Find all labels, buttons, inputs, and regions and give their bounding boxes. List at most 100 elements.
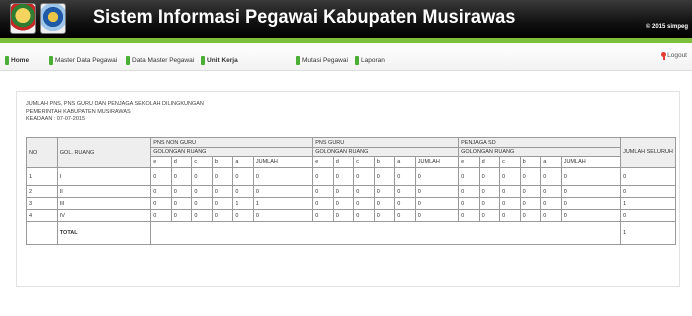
table-cell: 0 <box>458 185 480 198</box>
total-row: TOTAL 1 <box>26 221 676 245</box>
header-row: NO GOL. RUANG PNS NON GURU PNS GURU PENJ… <box>26 137 676 168</box>
table-cell: 0 <box>394 197 416 210</box>
table-cell: 0 <box>191 185 213 198</box>
copyright-text: © 2015 simpeg <box>645 24 688 30</box>
table-cell: 0 <box>232 167 254 186</box>
report-panel: JUMLAH PNS, PNS GURU DAN PENJAGA SEKOLAH… <box>16 91 680 287</box>
table-cell: 0 <box>499 185 521 198</box>
nav-icon <box>296 56 300 65</box>
table-cell: 0 <box>560 197 622 210</box>
table-cell: 0 <box>394 167 416 186</box>
column-header-gol-ruang: GOL. RUANG <box>56 137 152 168</box>
table-cell: 0 <box>150 185 172 198</box>
table-cell: 0 <box>499 197 521 210</box>
table-cell: 0 <box>191 197 213 210</box>
row-total: 0 <box>620 167 676 186</box>
table-cell: 0 <box>170 167 193 186</box>
group-header: PENJAGA SD <box>458 137 622 148</box>
table-cell: 0 <box>373 209 396 222</box>
table-cell: 0 <box>211 209 234 222</box>
total-row-spacer <box>150 221 622 245</box>
nav-item-unit-kerja[interactable]: Unit Kerja <box>201 53 238 65</box>
nav-icon <box>5 56 9 65</box>
table-row: 3 III 0 0 0 0 1 1 0 0 0 0 0 0 0 0 0 0 0 0 1 <box>26 197 676 210</box>
total-label: TOTAL <box>56 221 152 245</box>
table-cell: 0 <box>540 209 562 222</box>
table-cell: 0 <box>519 209 542 222</box>
table-cell: 0 <box>211 197 234 210</box>
column-header: c <box>353 156 375 168</box>
report-info: JUMLAH PNS, PNS GURU DAN PENJAGA SEKOLAH… <box>26 101 204 124</box>
regency-logo <box>10 3 36 34</box>
table-cell: 0 <box>332 197 355 210</box>
nav-item-home[interactable]: Home <box>5 53 29 65</box>
column-header: JUMLAH <box>252 156 314 168</box>
table-cell: 0 <box>478 167 501 186</box>
column-header: JUMLAH <box>414 156 460 168</box>
table-cell: 0 <box>519 197 542 210</box>
nav-item-label: Laporan <box>361 57 385 64</box>
row-no: 3 <box>26 197 58 210</box>
table-cell: 0 <box>332 209 355 222</box>
nav-item-laporan[interactable]: Laporan <box>355 53 385 65</box>
table-cell: 0 <box>353 209 375 222</box>
table-cell: 0 <box>414 185 460 198</box>
table-cell: 0 <box>312 185 334 198</box>
nav-item-label: Master Data Pegawai <box>55 57 118 64</box>
table-cell: 0 <box>170 209 193 222</box>
employee-summary-table: NO GOL. RUANG PNS NON GURU PNS GURU PENJ… <box>26 137 676 245</box>
nav-icon <box>355 56 359 65</box>
column-header: e <box>458 156 480 168</box>
sub-group-header: GOLONGAN RUANG <box>312 147 460 157</box>
table-cell: 0 <box>252 185 314 198</box>
nav-item-label: Home <box>11 57 30 64</box>
table-cell: 0 <box>519 167 542 186</box>
nav-icon <box>49 56 53 65</box>
table-cell: 0 <box>232 185 254 198</box>
logout-link[interactable]: Logout <box>661 52 687 60</box>
table-cell: 0 <box>394 209 416 222</box>
sub-group-header: GOLONGAN RUANG <box>150 147 314 157</box>
table-cell: 0 <box>232 209 254 222</box>
row-total: 0 <box>620 209 676 222</box>
table-cell: 0 <box>540 197 562 210</box>
table-cell: 0 <box>458 167 480 186</box>
table-cell: 0 <box>211 185 234 198</box>
table-cell: 0 <box>353 185 375 198</box>
column-header: c <box>191 156 213 168</box>
table-cell: 0 <box>414 197 460 210</box>
table-cell: 0 <box>353 167 375 186</box>
column-header: d <box>170 156 193 168</box>
column-header: a <box>540 156 562 168</box>
table-cell: 0 <box>394 185 416 198</box>
logout-icon <box>661 52 667 60</box>
table-row: 2 II 0 0 0 0 0 0 0 0 0 0 0 0 0 0 0 0 0 0 0 <box>26 185 676 198</box>
row-no: 2 <box>26 185 58 198</box>
row-gol-ruang: III <box>56 197 152 210</box>
column-header: d <box>332 156 355 168</box>
table-cell: 0 <box>373 167 396 186</box>
group-header: PNS NON GURU <box>150 137 314 148</box>
group-header: PNS GURU <box>312 137 460 148</box>
nav-icon <box>201 56 205 65</box>
table-cell: 0 <box>191 167 213 186</box>
report-title: JUMLAH PNS, PNS GURU DAN PENJAGA SEKOLAH… <box>26 101 204 107</box>
table-row: 4 IV 0 0 0 0 0 0 0 0 0 0 0 0 0 0 0 0 0 0 0 <box>26 209 676 222</box>
table-cell: 1 <box>252 197 314 210</box>
table-cell: 0 <box>478 209 501 222</box>
app-root: Sistem Informasi Pegawai Kabupaten Musir… <box>0 0 692 316</box>
app-title: Sistem Informasi Pegawai Kabupaten Musir… <box>93 7 516 28</box>
table-cell: 0 <box>252 209 314 222</box>
nav-item-master-data-pegawai[interactable]: Master Data Pegawai <box>49 53 117 65</box>
table-cell: 0 <box>478 197 501 210</box>
column-header: d <box>478 156 501 168</box>
column-header: a <box>232 156 254 168</box>
nav-item-mutasi-pegawai[interactable]: Mutasi Pegawai <box>296 53 348 65</box>
province-logo <box>40 3 66 34</box>
table-cell: 0 <box>150 209 172 222</box>
nav-item-label: Mutasi Pegawai <box>302 57 348 64</box>
table-cell: 0 <box>170 185 193 198</box>
grand-total: 1 <box>620 221 676 245</box>
table-cell: 0 <box>150 167 172 186</box>
nav-item-data-master-pegawai[interactable]: Data Master Pegawai <box>126 53 194 65</box>
